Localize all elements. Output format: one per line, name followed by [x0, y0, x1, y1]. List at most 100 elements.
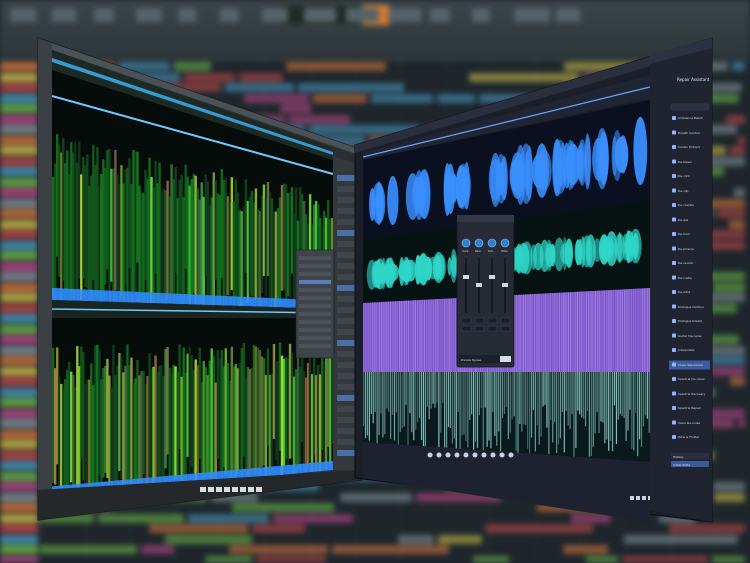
apply-button[interactable]: Apply — [503, 359, 510, 363]
transport-button[interactable] — [472, 452, 478, 458]
other-harmonic — [610, 372, 612, 441]
other-harmonic — [538, 372, 540, 445]
percussion-transient — [589, 288, 591, 372]
percussion-transient — [557, 288, 559, 372]
other-harmonic — [588, 372, 591, 457]
percussion-transient — [516, 288, 517, 372]
transport-button[interactable] — [490, 452, 496, 458]
spectral-blob — [375, 181, 383, 226]
percussion-transient — [438, 288, 440, 372]
other-harmonic — [552, 372, 554, 443]
preview-button[interactable]: Preview — [461, 359, 471, 363]
channel-solo-knob[interactable] — [461, 238, 471, 248]
module-item[interactable]: De-plosive — [678, 247, 694, 251]
module-item[interactable]: Ambience Match — [678, 116, 703, 120]
module-item[interactable]: De-rustle — [678, 276, 692, 280]
other-harmonic — [567, 372, 569, 426]
module-icon — [672, 319, 676, 323]
percussion-transient — [534, 288, 535, 372]
module-item[interactable]: De-crackle — [678, 203, 694, 207]
other-harmonic — [471, 372, 473, 415]
other-harmonic — [417, 372, 419, 423]
transport-button[interactable] — [630, 496, 634, 500]
other-harmonic — [395, 372, 398, 413]
channel-fader-handle[interactable] — [502, 283, 508, 287]
module-item[interactable]: Music Rebalance — [678, 363, 703, 367]
spectral-blob — [414, 254, 421, 285]
percussion-transient — [526, 288, 528, 372]
channel-solo-knob[interactable] — [487, 238, 497, 248]
other-harmonic — [575, 372, 577, 448]
spectral-blob — [455, 165, 466, 209]
other-harmonic — [366, 372, 369, 436]
other-harmonic — [546, 372, 548, 428]
channel-fader-handle[interactable] — [489, 275, 495, 279]
other-harmonic — [627, 372, 629, 431]
module-search-input[interactable] — [670, 103, 710, 111]
transport-button[interactable] — [454, 452, 460, 458]
other-harmonic — [556, 372, 558, 454]
transport-button[interactable] — [499, 452, 505, 458]
module-icon — [672, 145, 676, 149]
module-item[interactable]: Interpolate — [678, 348, 694, 352]
channel-fader-handle[interactable] — [463, 275, 469, 279]
transport-button[interactable] — [481, 452, 487, 458]
module-item[interactable]: De-ess — [678, 218, 688, 222]
transport-button[interactable] — [445, 452, 451, 458]
module-icon — [672, 159, 676, 164]
channel-fader-track — [465, 258, 467, 313]
module-item[interactable]: Guitar De-noise — [678, 334, 701, 338]
percussion-transient — [532, 288, 533, 372]
module-item[interactable]: Spectral De-noise — [678, 377, 705, 381]
other-harmonic — [544, 372, 546, 406]
percussion-transient — [418, 288, 420, 372]
other-harmonic — [511, 372, 513, 420]
module-item[interactable]: Wow & Flutter — [678, 435, 699, 439]
other-harmonic — [438, 372, 440, 449]
module-item[interactable]: De-click — [678, 174, 690, 178]
transport-button[interactable] — [642, 496, 646, 500]
module-item[interactable]: Voice De-noise — [678, 421, 700, 425]
percussion-transient — [584, 288, 586, 372]
transport-button[interactable] — [508, 452, 514, 458]
other-harmonic — [484, 372, 486, 408]
percussion-transient — [636, 288, 638, 372]
transport-button[interactable] — [436, 452, 442, 458]
transport-button[interactable] — [463, 452, 469, 458]
module-item[interactable]: Breath Control — [678, 131, 700, 135]
module-icon — [672, 333, 676, 338]
percussion-transient — [593, 288, 595, 372]
other-harmonic — [390, 372, 392, 439]
transport-button[interactable] — [427, 452, 433, 458]
module-item[interactable]: De-hum — [678, 232, 690, 236]
module-item[interactable]: De-bleed — [678, 160, 692, 164]
module-item[interactable]: De-wind — [678, 290, 690, 294]
channel-label: Perc. — [488, 250, 494, 253]
spectral-blob — [387, 263, 399, 281]
channel-solo-knob[interactable] — [500, 238, 510, 248]
module-item[interactable]: Spectral Recovery — [678, 392, 705, 396]
other-harmonic — [386, 372, 388, 409]
other-harmonic — [509, 372, 511, 433]
other-harmonic — [613, 372, 616, 406]
history-item-label[interactable]: Initial State — [673, 463, 690, 467]
percussion-transient — [633, 288, 634, 372]
other-harmonic — [548, 372, 550, 455]
module-item[interactable]: De-reverb — [678, 261, 693, 265]
channel-fader-handle[interactable] — [476, 283, 482, 287]
percussion-transient — [444, 288, 445, 372]
module-item[interactable]: Dialogue Isolate — [678, 319, 702, 323]
module-item[interactable]: De-clip — [678, 189, 688, 193]
transport-button[interactable] — [636, 496, 640, 500]
percussion-transient — [440, 288, 442, 372]
module-icon — [672, 348, 676, 352]
module-item[interactable]: Center Extract — [678, 145, 700, 149]
bypass-button[interactable]: Bypass — [472, 359, 481, 363]
channel-solo-knob[interactable] — [474, 238, 484, 248]
percussion-transient — [431, 288, 433, 372]
module-item[interactable]: Spectral Repair — [678, 406, 701, 410]
other-harmonic — [490, 372, 492, 449]
module-item[interactable]: Dialogue Contour — [678, 305, 704, 309]
percussion-transient — [647, 288, 649, 372]
other-harmonic — [519, 372, 521, 424]
